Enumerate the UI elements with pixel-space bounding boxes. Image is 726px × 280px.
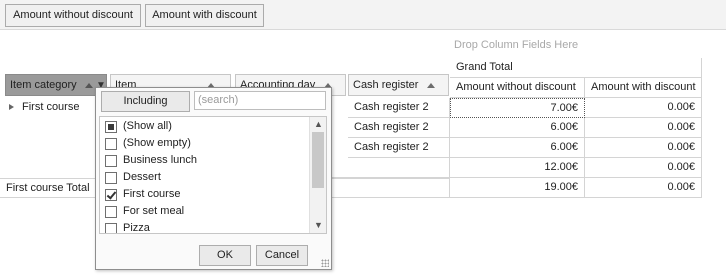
checkbox[interactable] — [105, 206, 117, 218]
list-item[interactable]: First course — [100, 186, 305, 203]
cash-register-cell: Cash register 2 — [348, 118, 450, 138]
sort-asc-icon — [427, 83, 435, 88]
including-button[interactable]: Including — [101, 91, 190, 112]
subtotal-value[interactable]: 12.00€ — [450, 158, 585, 178]
filter-popup: Including (search) (Show all) (Show empt… — [95, 87, 332, 270]
sort-asc-icon — [85, 83, 93, 88]
subtotal-value[interactable]: 0.00€ — [585, 158, 702, 178]
scrollbar[interactable]: ▲ ▼ — [309, 117, 326, 233]
checkbox[interactable] — [105, 121, 117, 133]
list-item[interactable]: Pizza — [100, 220, 305, 233]
resize-grip-icon[interactable] — [321, 259, 329, 267]
scroll-down-icon[interactable]: ▼ — [314, 221, 323, 230]
scroll-up-icon[interactable]: ▲ — [314, 120, 323, 129]
ok-button[interactable]: OK — [199, 245, 251, 266]
amount-with-discount-button[interactable]: Amount with discount — [145, 4, 264, 27]
row-group-first-course: First course — [22, 101, 80, 113]
checkbox[interactable] — [105, 189, 117, 201]
field-label: Cash register — [353, 79, 419, 91]
grand-total-header: Grand Total — [450, 58, 702, 78]
list-item[interactable]: (Show all) — [100, 118, 305, 135]
value-cell-selected[interactable]: 7.00€ — [450, 98, 585, 118]
group-total-value[interactable]: 0.00€ — [585, 178, 702, 198]
expand-icon[interactable] — [9, 104, 14, 110]
checkbox[interactable] — [105, 138, 117, 150]
filter-list: (Show all) (Show empty) Business lunch D… — [99, 116, 327, 234]
amount-without-discount-button[interactable]: Amount without discount — [5, 4, 141, 27]
field-label: Item category — [10, 79, 77, 91]
value-cell[interactable]: 0.00€ — [585, 138, 702, 158]
list-item[interactable]: Business lunch — [100, 152, 305, 169]
value-cell[interactable]: 6.00€ — [450, 118, 585, 138]
field-item-category[interactable]: Item category ▼ — [5, 74, 107, 96]
list-item[interactable]: (Show empty) — [100, 135, 305, 152]
list-item[interactable]: For set meal — [100, 203, 305, 220]
field-cash-register[interactable]: Cash register — [348, 74, 449, 96]
header-amount-with-discount[interactable]: Amount with discount — [585, 78, 702, 98]
group-total-label: First course Total — [6, 182, 90, 194]
subtotal-label-cell — [330, 158, 450, 178]
search-input[interactable]: (search) — [194, 91, 326, 110]
checkbox[interactable] — [105, 155, 117, 167]
value-cell[interactable]: 0.00€ — [585, 98, 702, 118]
value-cell[interactable]: 0.00€ — [585, 118, 702, 138]
cash-register-cell: Cash register 2 — [348, 98, 450, 118]
group-total-value[interactable]: 19.00€ — [450, 178, 585, 198]
cancel-button[interactable]: Cancel — [256, 245, 308, 266]
header-amount-without-discount[interactable]: Amount without discount — [450, 78, 585, 98]
scroll-thumb[interactable] — [312, 132, 324, 188]
checkbox[interactable] — [105, 223, 117, 233]
checkbox[interactable] — [105, 172, 117, 184]
cash-register-cell: Cash register 2 — [348, 138, 450, 158]
toolbar: Amount without discount Amount with disc… — [0, 0, 726, 30]
value-cell[interactable]: 6.00€ — [450, 138, 585, 158]
list-item[interactable]: Dessert — [100, 169, 305, 186]
column-drop-area[interactable]: Drop Column Fields Here — [454, 39, 578, 51]
